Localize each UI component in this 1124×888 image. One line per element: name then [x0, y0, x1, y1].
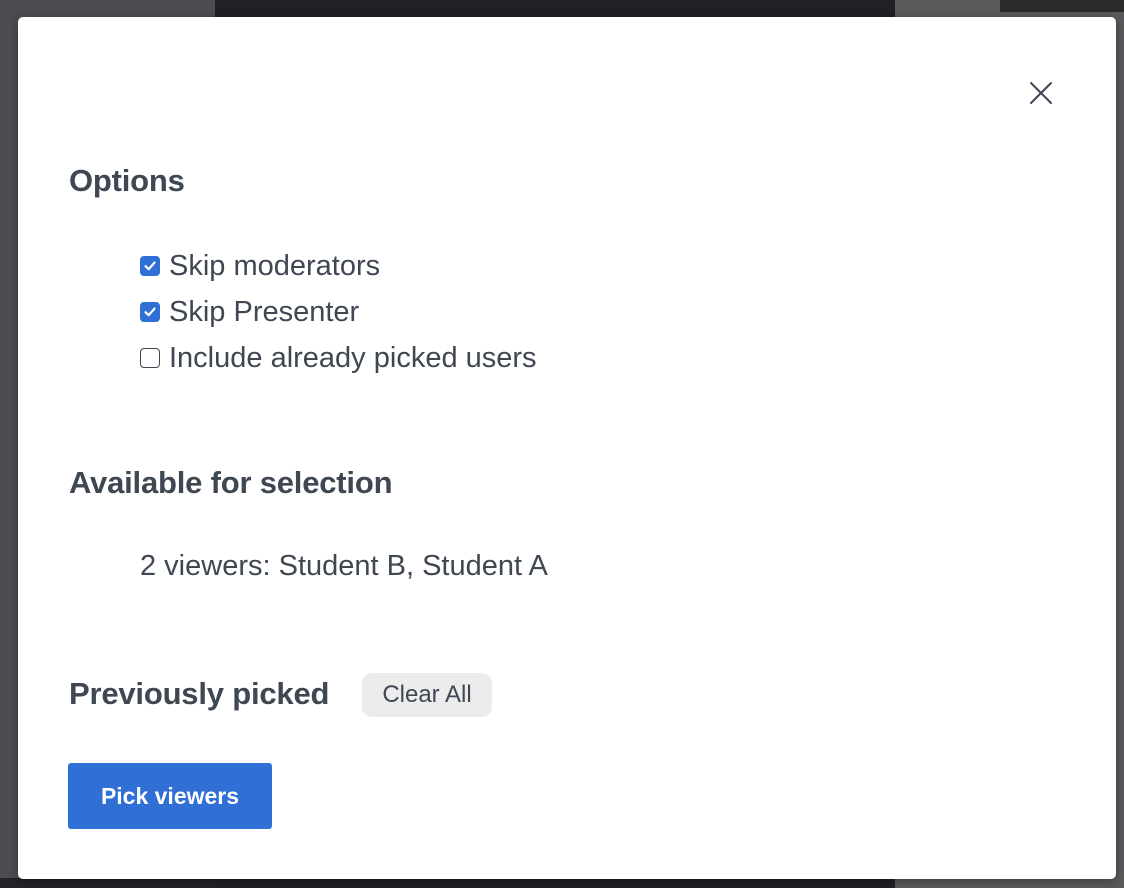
checkbox-checked-icon[interactable]: [140, 256, 160, 276]
option-label: Skip moderators: [169, 249, 381, 282]
pick-viewers-button[interactable]: Pick viewers: [68, 763, 272, 829]
previously-picked-title: Previously picked: [69, 676, 330, 711]
checkbox-checked-icon[interactable]: [140, 302, 160, 322]
option-label: Include already picked users: [169, 341, 537, 374]
available-title: Available for selection: [69, 465, 393, 500]
background-bottom-bar: [0, 878, 215, 888]
option-include-already-picked[interactable]: Include already picked users: [140, 335, 537, 381]
background-top-bar: [1000, 0, 1124, 12]
option-label: Skip Presenter: [169, 295, 360, 328]
options-list: Skip moderators Skip Presenter Include a…: [140, 243, 537, 381]
close-button[interactable]: [1023, 75, 1059, 111]
random-viewer-picker-modal: Options Skip moderators Skip Presenter I…: [18, 17, 1116, 879]
checkbox-unchecked-icon[interactable]: [140, 348, 160, 368]
available-viewers-text: 2 viewers: Student B, Student A: [140, 550, 548, 582]
close-icon: [1030, 82, 1052, 104]
options-title: Options: [69, 163, 185, 198]
option-skip-moderators[interactable]: Skip moderators: [140, 243, 537, 289]
clear-all-button[interactable]: Clear All: [362, 673, 492, 717]
option-skip-presenter[interactable]: Skip Presenter: [140, 289, 537, 335]
